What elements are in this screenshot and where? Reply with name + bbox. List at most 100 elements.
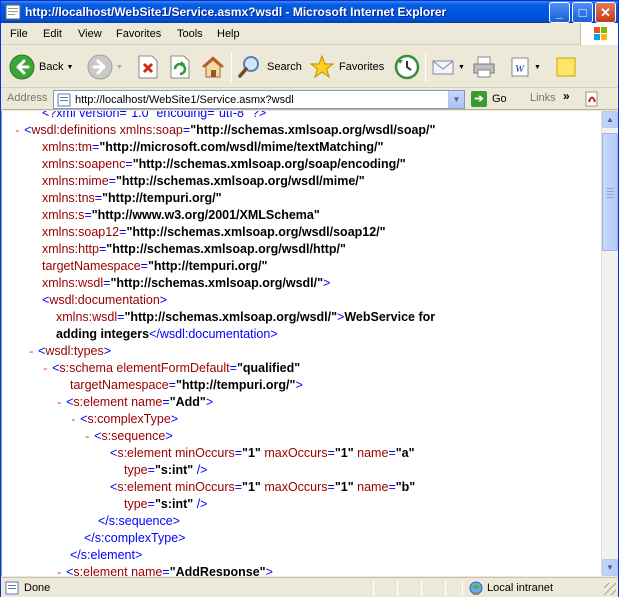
collapse-toggle[interactable]: - <box>28 347 35 359</box>
scroll-up-button[interactable]: ▲ <box>602 111 618 128</box>
favorites-label: Favorites <box>339 61 385 73</box>
svg-text:W: W <box>515 63 525 75</box>
schema-attr: targetNamespace="http://tempuri.org/"> <box>70 378 303 392</box>
mail-dropdown-icon[interactable]: ▼ <box>458 64 465 71</box>
definitions-node: - <wsdl:definitions xmlns:soap="http://s… <box>14 123 436 138</box>
sequence-node: - <s:sequence> <box>84 429 173 444</box>
status-separator <box>373 580 374 596</box>
browser-window: http://localhost/WebSite1/Service.asmx?w… <box>0 0 619 597</box>
history-icon <box>394 54 420 80</box>
element-add-node: - <s:element name="Add"> <box>56 395 214 410</box>
refresh-icon <box>170 55 190 79</box>
stop-icon <box>138 55 158 79</box>
note-icon <box>556 57 576 77</box>
xml-declaration: <?xml version="1.0" encoding="utf-8" ?> <box>42 111 267 120</box>
types-node: - <wsdl:types> <box>28 344 112 359</box>
page-icon <box>57 93 71 107</box>
documentation-attr: xmlns:wsdl="http://schemas.xmlsoap.org/w… <box>56 310 436 324</box>
schema-node: - <s:schema elementFormDefault="qualifie… <box>42 361 301 376</box>
print-button[interactable] <box>471 50 497 84</box>
collapse-toggle[interactable]: - <box>56 568 63 576</box>
documentation-text: adding integers</wsdl:documentation> <box>56 327 278 341</box>
edit-dropdown-icon[interactable]: ▼ <box>534 64 541 71</box>
documentation-node: <wsdl:documentation> <box>42 293 168 307</box>
toolbar-separator <box>231 52 232 82</box>
address-input[interactable]: http://localhost/WebSite1/Service.asmx?w… <box>53 90 465 109</box>
scroll-down-button[interactable]: ▼ <box>602 559 618 576</box>
mail-icon <box>432 60 454 75</box>
home-button[interactable] <box>200 50 226 84</box>
address-bar: Address http://localhost/WebSite1/Servic… <box>1 88 618 110</box>
discuss-button[interactable] <box>554 50 578 84</box>
go-button[interactable]: ➔ Go <box>471 91 507 107</box>
pdf-icon[interactable] <box>584 91 600 107</box>
status-separator <box>397 580 398 596</box>
printer-icon <box>473 56 495 78</box>
menu-favorites[interactable]: Favorites <box>116 28 161 40</box>
element-a-node: <s:element minOccurs="1" maxOccurs="1" n… <box>110 446 415 460</box>
xml-attribute: xmlns:soapenc="http://schemas.xmlsoap.or… <box>42 157 406 171</box>
resize-grip[interactable] <box>604 583 616 595</box>
search-label: Search <box>267 61 302 73</box>
back-dropdown-icon[interactable]: ▼ <box>66 64 73 71</box>
collapse-toggle[interactable]: - <box>42 364 49 376</box>
back-label: Back <box>39 61 64 73</box>
scroll-thumb[interactable] <box>602 133 618 251</box>
complextype-node: - <s:complexType> <box>70 412 179 427</box>
menu-file[interactable]: File <box>10 28 28 40</box>
collapse-toggle[interactable]: - <box>14 126 21 138</box>
address-label: Address <box>7 92 48 104</box>
close-button[interactable]: ✕ <box>595 2 616 23</box>
links-chevron-icon[interactable]: » <box>563 89 570 103</box>
page-done-icon <box>5 581 19 595</box>
collapse-toggle[interactable]: - <box>70 415 77 427</box>
xml-attribute: xmlns:http="http://schemas.xmlsoap.org/w… <box>42 242 346 256</box>
star-icon <box>309 54 335 79</box>
xml-attribute: xmlns:s="http://www.w3.org/2001/XMLSchem… <box>42 208 320 222</box>
status-bar: Done Local intranet <box>1 577 618 597</box>
status-separator <box>462 580 463 596</box>
history-button[interactable] <box>394 50 420 84</box>
address-dropdown-icon[interactable]: ▼ <box>448 91 464 108</box>
address-url: http://localhost/WebSite1/Service.asmx?w… <box>75 94 294 106</box>
security-zone-label: Local intranet <box>487 582 554 594</box>
menu-view[interactable]: View <box>78 28 102 40</box>
title-bar: http://localhost/WebSite1/Service.asmx?w… <box>1 1 618 23</box>
word-icon: W <box>511 57 529 77</box>
mail-button[interactable]: ▼ <box>431 50 465 84</box>
collapse-toggle[interactable]: - <box>84 432 91 444</box>
search-icon <box>238 56 259 78</box>
collapse-toggle[interactable]: - <box>56 398 63 410</box>
element-addresponse-node: - <s:element name="AddResponse"> <box>56 564 273 576</box>
element-a-type: type="s:int" /> <box>124 463 208 477</box>
xml-attribute: targetNamespace="http://tempuri.org/" <box>42 259 268 273</box>
menu-help[interactable]: Help <box>217 28 240 40</box>
menu-edit[interactable]: Edit <box>43 28 62 40</box>
status-text: Done <box>24 582 51 594</box>
edit-button[interactable]: W ▼ <box>509 50 541 84</box>
forward-button[interactable]: ▼ <box>87 50 123 84</box>
xml-attribute: xmlns:mime="http://schemas.xmlsoap.org/w… <box>42 174 365 188</box>
back-button[interactable]: Back ▼ <box>9 50 73 84</box>
maximize-button[interactable]: □ <box>572 2 593 23</box>
complextype-close: </s:complexType> <box>84 531 186 545</box>
refresh-button[interactable] <box>169 50 191 84</box>
back-arrow-icon <box>9 54 35 80</box>
go-label: Go <box>492 93 507 105</box>
stop-button[interactable] <box>137 50 159 84</box>
forward-dropdown-icon[interactable]: ▼ <box>116 64 123 71</box>
xml-attribute: xmlns:tns="http://tempuri.org/" <box>42 191 222 205</box>
menu-tools[interactable]: Tools <box>177 28 203 40</box>
vertical-scrollbar[interactable]: ▲ ▼ <box>601 111 618 576</box>
element-b-type: type="s:int" /> <box>124 497 208 511</box>
window-title: http://localhost/WebSite1/Service.asmx?w… <box>25 5 447 19</box>
element-b-node: <s:element minOccurs="1" maxOccurs="1" n… <box>110 480 416 494</box>
minimize-button[interactable]: _ <box>549 2 570 23</box>
search-button[interactable]: Search <box>237 50 302 84</box>
element-close: </s:element> <box>70 548 143 562</box>
favorites-button[interactable]: Favorites <box>309 50 384 84</box>
links-label[interactable]: Links <box>530 92 556 104</box>
status-separator <box>421 580 422 596</box>
forward-arrow-icon <box>87 54 113 80</box>
local-intranet-icon <box>469 581 483 595</box>
